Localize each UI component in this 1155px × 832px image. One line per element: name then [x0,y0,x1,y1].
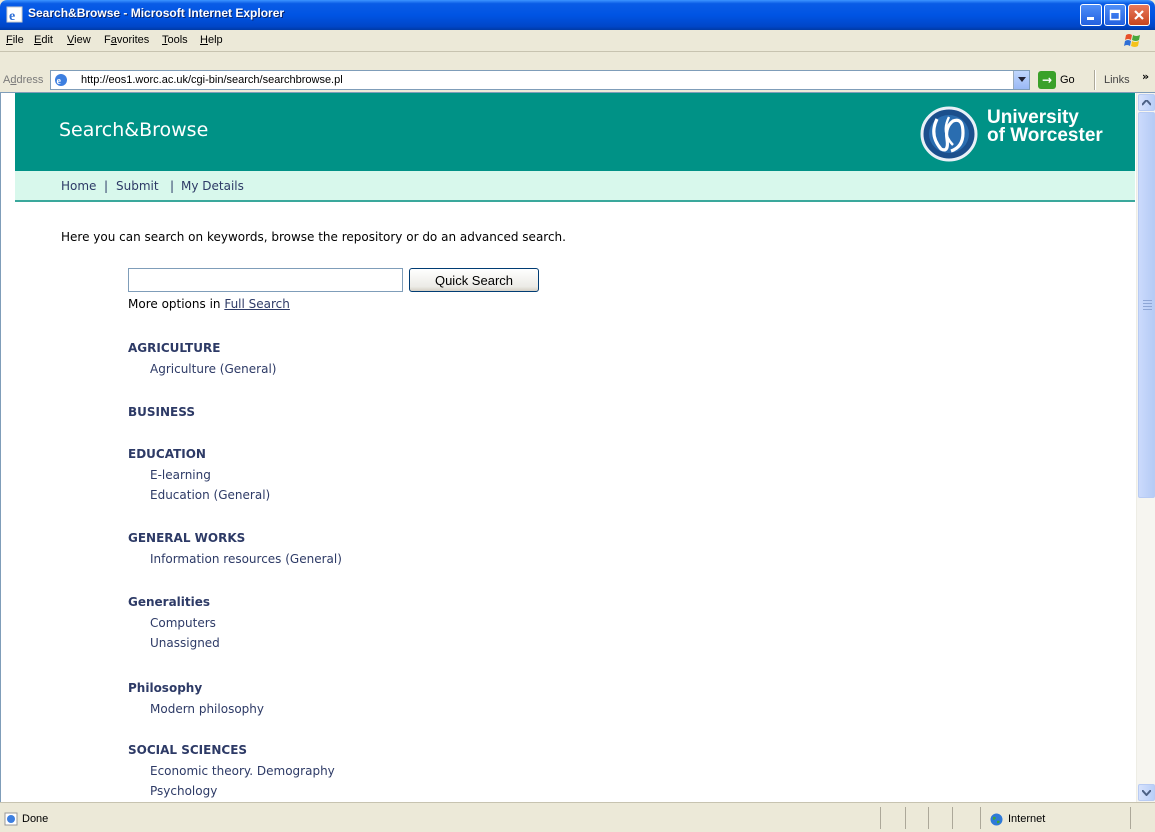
minimize-button[interactable] [1080,4,1102,26]
status-bar: Done Internet [0,802,1155,832]
nav-separator: | [104,179,109,193]
subject-heading[interactable]: SOCIAL SCIENCES [128,739,335,761]
subject-link[interactable]: Information resources (General) [128,549,342,569]
subject-heading[interactable]: GENERAL WORKS [128,527,342,549]
address-input[interactable]: e http://eos1.worc.ac.uk/cgi-bin/search/… [50,70,1030,90]
scroll-grip [1143,300,1152,301]
subject-group: Philosophy Modern philosophy [128,677,264,719]
page-done-icon [4,812,18,826]
page-icon: e [55,74,67,87]
scroll-down-button[interactable] [1138,784,1155,801]
subject-group: EDUCATION E-learning Education (General) [128,443,270,505]
menu-bar: File Edit View Favorites Tools Help [0,30,1155,52]
subject-heading[interactable]: Philosophy [128,677,264,699]
subject-link[interactable]: Unassigned [128,633,220,653]
close-icon [1134,10,1144,20]
subject-group: SOCIAL SCIENCES Economic theory. Demograp… [128,739,335,801]
status-panel [880,807,881,829]
menu-help[interactable]: Help [200,34,223,46]
maximize-icon [1109,9,1121,21]
close-button[interactable] [1128,4,1150,26]
subject-group: Generalities Computers Unassigned [128,591,220,653]
toolbar-separator [1094,70,1096,90]
svg-text:e: e [57,76,62,87]
status-text: Done [22,813,49,825]
links-more-button[interactable]: » [1142,70,1149,83]
more-options-prefix: More options in [128,297,225,311]
address-bar: Address e http://eos1.worc.ac.uk/cgi-bin… [0,52,1155,92]
university-logo-icon [920,106,978,162]
status-panel [905,807,906,829]
scroll-up-button[interactable] [1138,94,1155,111]
go-button[interactable]: → Go [1036,70,1086,90]
vertical-scrollbar[interactable] [1136,93,1155,802]
intro-text: Here you can search on keywords, browse … [61,230,566,244]
quick-search-button[interactable]: Quick Search [409,268,539,292]
status-panel [928,807,929,829]
go-arrow-icon: → [1038,71,1056,89]
nav-home[interactable]: Home [61,179,96,193]
site-header: Search&Browse University of Worcester [15,93,1135,171]
web-page: Search&Browse University of Worcester Ho… [1,93,1138,802]
address-label: Address [3,74,44,86]
maximize-button[interactable] [1104,4,1126,26]
window-title: Search&Browse - Microsoft Internet Explo… [28,6,285,20]
go-label: Go [1060,74,1075,86]
subject-link[interactable]: Economic theory. Demography [128,761,335,781]
menu-edit[interactable]: Edit [34,34,53,46]
chevron-down-icon [1017,77,1026,82]
chevron-up-icon [1142,99,1151,106]
links-toolbar[interactable]: Links [1104,74,1130,86]
svg-text:e: e [9,9,15,23]
subject-heading[interactable]: EDUCATION [128,443,270,465]
scroll-thumb[interactable] [1138,112,1155,498]
site-title: Search&Browse [59,119,209,141]
status-panel [952,807,953,829]
status-panel [1130,807,1131,829]
subject-link[interactable]: Psychology [128,781,335,801]
address-dropdown-button[interactable] [1013,71,1029,89]
more-options-text: More options in Full Search [128,297,290,311]
window-titlebar[interactable]: e Search&Browse - Microsoft Internet Exp… [0,0,1155,30]
status-panel [980,807,981,829]
security-zone: Internet [1008,813,1046,825]
menu-favorites[interactable]: Favorites [104,34,149,46]
menu-file[interactable]: File [6,34,24,46]
windows-flag-icon [1124,34,1140,47]
subject-link[interactable]: Modern philosophy [128,699,264,719]
subject-group: AGRICULTURE Agriculture (General) [128,337,276,379]
search-input[interactable] [128,268,403,292]
full-search-link[interactable]: Full Search [224,297,290,311]
subject-link[interactable]: E-learning [128,465,270,485]
university-name: University of Worcester [987,108,1103,146]
minimize-icon [1087,17,1094,20]
nav-submit[interactable]: Submit [116,179,159,193]
globe-icon [990,813,1003,826]
menu-view[interactable]: View [67,34,91,46]
subject-link[interactable]: Computers [128,613,220,633]
content-viewport: Search&Browse University of Worcester Ho… [0,92,1155,802]
subject-heading[interactable]: Generalities [128,591,220,613]
university-name-line2: of Worcester [987,125,1103,146]
menu-tools[interactable]: Tools [162,34,188,46]
subject-heading[interactable]: BUSINESS [128,401,195,423]
site-nav: Home | Submit | My Details [15,171,1135,202]
subject-group: BUSINESS [128,401,195,423]
subject-link[interactable]: Agriculture (General) [128,359,276,379]
scroll-grip [1143,309,1152,310]
nav-my-details[interactable]: My Details [181,179,244,193]
scroll-grip [1143,303,1152,304]
subject-link[interactable]: Education (General) [128,485,270,505]
nav-separator: | [170,179,175,193]
address-url: http://eos1.worc.ac.uk/cgi-bin/search/se… [81,74,343,86]
subject-group: GENERAL WORKS Information resources (Gene… [128,527,342,569]
subject-heading[interactable]: AGRICULTURE [128,337,276,359]
chevron-down-icon [1142,789,1151,796]
scroll-grip [1143,306,1152,307]
ie-icon: e [6,6,23,23]
